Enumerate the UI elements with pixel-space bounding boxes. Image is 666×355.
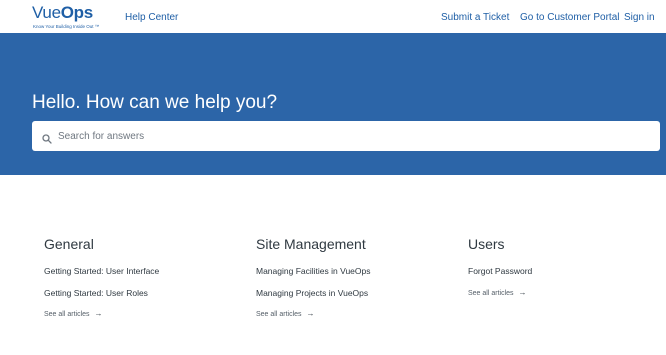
see-all-articles-link[interactable]: See all articles → — [256, 309, 315, 319]
article-link[interactable]: Managing Facilities in VueOps — [256, 266, 371, 277]
submit-ticket-link[interactable]: Submit a Ticket — [441, 11, 509, 24]
header: VueOps Know Your Building Inside Out ™ H… — [0, 0, 666, 33]
section-title[interactable]: Site Management — [256, 236, 446, 252]
see-all-articles-link[interactable]: See all articles → — [468, 288, 527, 298]
logo-wordmark: VueOps — [32, 3, 93, 23]
vueops-logo[interactable]: VueOps Know Your Building Inside Out ™ — [32, 3, 112, 31]
sign-in-link[interactable]: Sign in — [624, 11, 655, 24]
article-link[interactable]: Getting Started: User Roles — [44, 288, 148, 299]
see-all-label: See all articles — [468, 290, 514, 297]
see-all-articles-link[interactable]: See all articles → — [44, 309, 103, 319]
customer-portal-link[interactable]: Go to Customer Portal — [520, 11, 619, 24]
logo-tagline: Know Your Building Inside Out ™ — [33, 24, 100, 29]
article-link[interactable]: Forgot Password — [468, 266, 532, 277]
search-box[interactable] — [32, 121, 660, 151]
section-users: Users Forgot Password See all articles → — [468, 236, 658, 297]
logo-wordmark-light: Vue — [32, 3, 61, 22]
arrow-right-icon: → — [518, 288, 527, 297]
article-link[interactable]: Getting Started: User Interface — [44, 266, 159, 277]
arrow-right-icon: → — [306, 309, 315, 318]
article-link[interactable]: Managing Projects in VueOps — [256, 288, 368, 299]
logo-wordmark-bold: Ops — [60, 3, 93, 22]
section-title[interactable]: General — [44, 236, 234, 252]
help-center-link[interactable]: Help Center — [125, 11, 178, 24]
arrow-right-icon: → — [94, 309, 103, 318]
section-title[interactable]: Users — [468, 236, 658, 252]
hero-banner: Hello. How can we help you? — [0, 33, 666, 175]
hero-title: Hello. How can we help you? — [32, 92, 278, 113]
section-general: General Getting Started: User Interface … — [44, 236, 234, 318]
see-all-label: See all articles — [44, 311, 90, 318]
section-site-management: Site Management Managing Facilities in V… — [256, 236, 446, 318]
see-all-label: See all articles — [256, 311, 302, 318]
search-icon — [42, 131, 52, 144]
search-input[interactable] — [58, 121, 654, 151]
